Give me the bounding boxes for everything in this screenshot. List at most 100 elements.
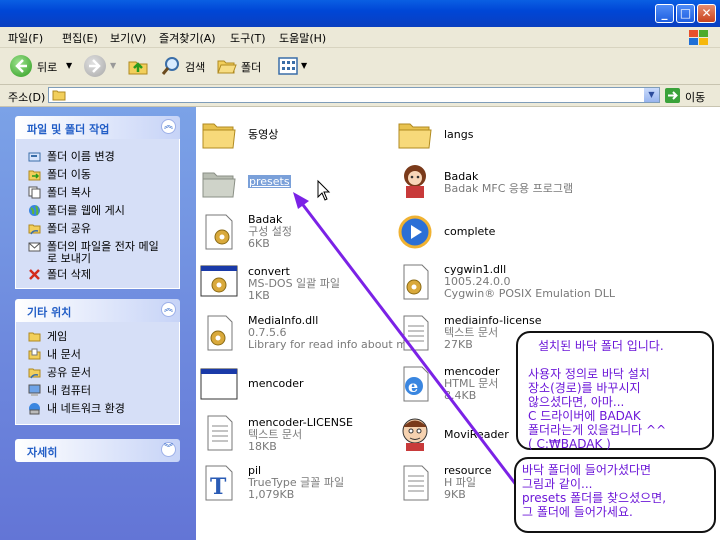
callout-line: presets 폴더를 찾으셨으면, <box>522 491 667 505</box>
callout-line: 않으셨다면, 아마... <box>528 395 625 409</box>
file-size: 1,079KB <box>248 488 295 501</box>
share-icon <box>28 224 41 235</box>
search-icon[interactable] <box>160 55 182 77</box>
up-folder-icon[interactable] <box>127 55 149 77</box>
callout-installed-folder: 설치된 바닥 폴더 입니다. 사용자 정의로 바닥 설치 장소(경로)를 바꾸시… <box>516 331 714 451</box>
menu-help[interactable]: 도움말(H) <box>279 30 326 46</box>
search-button[interactable]: 검색 <box>185 59 205 75</box>
go-button[interactable]: 이동 <box>685 89 705 105</box>
minimize-button[interactable]: _ <box>655 4 674 23</box>
text-icon <box>403 465 429 501</box>
views-icon[interactable] <box>278 57 298 75</box>
task-label: 폴더를 웹에 게시 <box>47 204 125 217</box>
menu-file[interactable]: 파일(F) <box>8 30 43 46</box>
place-label: 공유 문서 <box>47 366 91 379</box>
address-input[interactable]: ▼ <box>48 87 660 103</box>
collapse-chevron-icon[interactable]: ︽ <box>161 302 176 317</box>
forward-button[interactable] <box>84 55 106 77</box>
address-dropdown-icon[interactable]: ▼ <box>644 88 659 102</box>
badak-app-icon <box>404 165 426 198</box>
task-label: 폴더 삭제 <box>47 268 91 281</box>
callout-line: 장소(경로)를 바꾸시지 <box>528 381 641 395</box>
callout-enter-presets: 바닥 폴더에 들어가셨다면 그림과 같이... presets 폴더를 찾으셨으… <box>514 457 716 533</box>
collapse-chevron-icon[interactable]: ︽ <box>161 119 176 134</box>
file-size: 1KB <box>248 289 270 302</box>
go-arrow-icon[interactable] <box>665 88 680 103</box>
details-title: 자세히 <box>27 446 58 459</box>
callout-line: 그 폴더에 들어가세요. <box>522 505 633 519</box>
file-tasks-header[interactable]: 파일 및 폴더 작업 ︽ <box>15 116 180 139</box>
place-label: 내 네트워크 환경 <box>47 402 125 415</box>
address-bar: 주소(D) ▼ 이동 <box>0 85 720 107</box>
views-dropdown-icon[interactable]: ▼ <box>301 61 307 70</box>
folder-icon <box>28 332 41 342</box>
callout-line: C 드라이버에 BADAK <box>528 409 641 423</box>
dll-icon <box>207 315 233 351</box>
media-player-icon <box>398 215 432 249</box>
my-computer-icon <box>28 384 41 396</box>
task-label: 폴더 복사 <box>47 186 91 199</box>
file-name: mencoder <box>248 377 304 390</box>
file-tasks-title: 파일 및 폴더 작업 <box>27 123 110 136</box>
task-pane: 파일 및 폴더 작업 ︽ 폴더 이름 변경 폴더 이동 폴더 복사 폴더를 웹에… <box>0 107 196 540</box>
character-icon <box>402 418 428 451</box>
callout-line: 바닥 폴더에 들어가셨다면 <box>522 463 652 477</box>
file-name: langs <box>444 128 474 141</box>
callout-line: 폴더라는게 있을겁니다 ^^ <box>528 423 667 437</box>
file-name-selected: presets <box>248 175 291 188</box>
back-label: 뒤로 <box>37 61 58 74</box>
back-arrow-icon <box>15 59 27 73</box>
file-description: Cygwin® POSIX Emulation DLL <box>444 287 615 300</box>
callout-line: 사용자 정의로 바닥 설치 <box>528 367 650 381</box>
menu-tools[interactable]: 도구(T) <box>230 30 266 46</box>
title-bar: _ □ ✕ <box>0 0 720 27</box>
task-label: 폴더 이름 변경 <box>47 150 115 163</box>
text-icon <box>207 415 233 451</box>
copy-icon <box>28 186 41 199</box>
file-type: Badak MFC 응용 프로그램 <box>444 182 574 195</box>
ie-icon: e <box>403 366 429 402</box>
file-name: 동영상 <box>248 128 279 141</box>
folder-icon <box>52 90 66 101</box>
font-icon: T <box>205 465 233 501</box>
file-name: complete <box>444 225 496 238</box>
network-icon <box>29 403 40 415</box>
rename-icon <box>28 152 41 162</box>
text-icon <box>403 315 429 351</box>
dll-icon <box>403 264 429 300</box>
maximize-button[interactable]: □ <box>676 4 695 23</box>
callout-line: 설치된 바닥 폴더 입니다. <box>538 339 664 353</box>
web-publish-icon <box>29 205 40 216</box>
folders-button[interactable]: 폴더 <box>241 59 261 75</box>
forward-dropdown-icon[interactable]: ▼ <box>110 61 116 70</box>
forward-arrow-icon <box>89 59 101 73</box>
email-icon <box>28 242 41 252</box>
windows-logo-icon <box>689 30 708 45</box>
exe-icon <box>200 368 238 400</box>
place-label: 내 문서 <box>47 348 81 361</box>
file-size: 9KB <box>444 488 466 501</box>
delete-icon <box>29 269 40 280</box>
file-name: MoviReader <box>444 428 509 441</box>
folders-icon[interactable] <box>216 55 238 77</box>
menu-view[interactable]: 보기(V) <box>110 30 146 46</box>
task-label: 폴더 이동 <box>47 168 91 181</box>
other-places-header[interactable]: 기타 위치 ︽ <box>15 299 180 322</box>
expand-chevron-icon[interactable]: ︾ <box>161 442 176 457</box>
place-label: 내 컴퓨터 <box>47 384 91 397</box>
details-header[interactable]: 자세히 ︾ <box>15 439 180 462</box>
menu-bar: 파일(F) 편집(E) 보기(V) 즐겨찾기(A) 도구(T) 도움말(H) <box>0 27 720 48</box>
file-size: 27KB <box>444 338 473 351</box>
place-label: 게임 <box>47 330 68 343</box>
shared-documents-icon <box>28 368 41 379</box>
svg-text:T: T <box>210 474 227 500</box>
back-button[interactable] <box>10 55 32 77</box>
folder-icon <box>202 172 236 198</box>
svg-text:e: e <box>408 377 418 396</box>
close-button[interactable]: ✕ <box>697 4 716 23</box>
file-size: 8.4KB <box>444 389 477 402</box>
other-places-panel: 게임 내 문서 공유 문서 내 컴퓨터 내 네트워크 환경 <box>15 322 180 425</box>
back-dropdown-icon[interactable]: ▼ <box>66 61 72 70</box>
menu-edit[interactable]: 편집(E) <box>62 30 98 46</box>
menu-favorites[interactable]: 즐겨찾기(A) <box>159 30 216 46</box>
